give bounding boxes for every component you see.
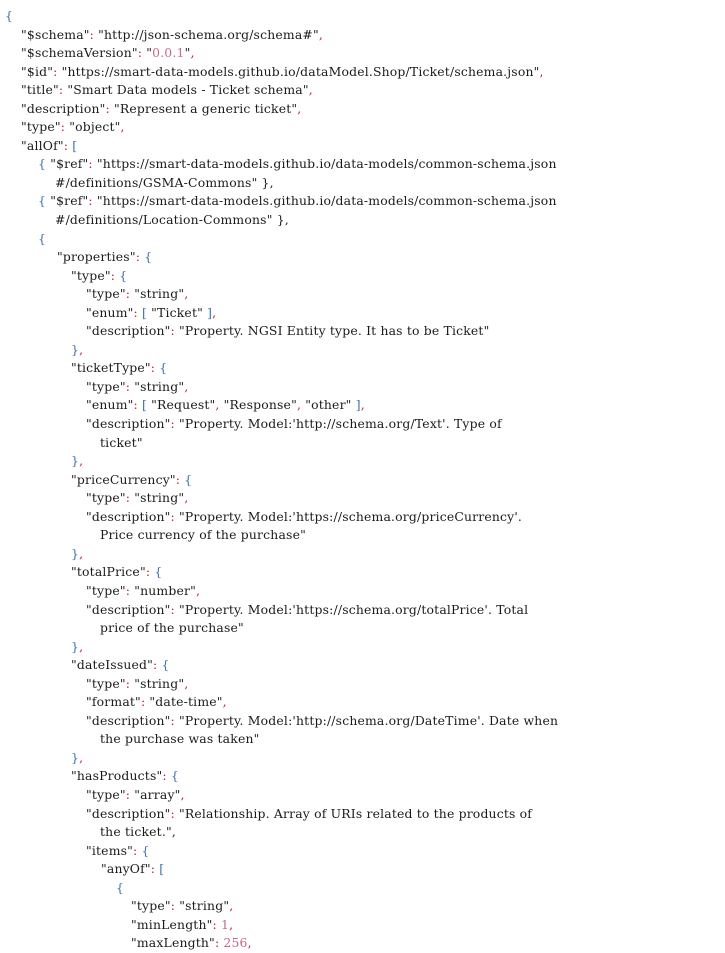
code-line: "format": "date-time", <box>86 694 227 710</box>
code-line: "items": { <box>86 842 150 858</box>
code-line: "description": "Relationship. Array of U… <box>86 805 533 821</box>
code-line: "type": "object", <box>21 119 125 135</box>
code-line: "type": "string", <box>86 675 189 691</box>
code-line: "description": "Property. Model:'https:/… <box>86 508 523 524</box>
code-line: #/definitions/Location-Commons" }, <box>55 212 289 228</box>
code-line: "description": "Property. Model:'http://… <box>86 712 559 728</box>
code-line: "maxLength": 256, <box>131 935 252 951</box>
code-line: }, <box>71 545 84 561</box>
code-line: }, <box>71 638 84 654</box>
code-line: "description": "Property. Model:'https:/… <box>86 601 529 617</box>
code-line: }, <box>71 341 84 357</box>
code-line: price of the purchase" <box>100 620 244 636</box>
code-line: "description": "Property. NGSI Entity ty… <box>86 323 490 339</box>
code-line: { <box>38 230 47 246</box>
code-line: "type": "array", <box>86 786 185 802</box>
code-line: "anyOf": [ <box>101 861 165 877</box>
code-line: "$id": "https://smart-data-models.github… <box>21 63 544 79</box>
code-line: Price currency of the purchase" <box>100 527 306 543</box>
code-line: "$schema": "http://json-schema.org/schem… <box>21 26 323 42</box>
code-line: { "$ref": "https://smart-data-models.git… <box>38 156 557 172</box>
code-line: "enum": [ "Ticket" ], <box>86 304 217 320</box>
code-line: { "$ref": "https://smart-data-models.git… <box>38 193 557 209</box>
code-line: "description": "Represent a generic tick… <box>21 100 302 116</box>
code-line: "allOf": [ <box>21 137 78 153</box>
code-line: "type": "string", <box>86 378 189 394</box>
code-line: "title": "Smart Data models - Ticket sch… <box>21 82 313 98</box>
code-line: #/definitions/GSMA-Commons" }, <box>55 174 274 190</box>
code-line: "dateIssued": { <box>71 657 170 673</box>
code-line: "totalPrice": { <box>71 564 163 580</box>
code-line: the ticket.", <box>100 824 176 840</box>
code-line: "type": "string", <box>131 898 234 914</box>
code-line: }, <box>71 453 84 469</box>
code-line: "type": "string", <box>86 286 189 302</box>
code-line: "ticketType": { <box>71 360 168 376</box>
code-line: ticket" <box>100 434 143 450</box>
code-line: "type": "string", <box>86 490 189 506</box>
code-line: "description": "Property. Model:'http://… <box>86 416 502 432</box>
code-line: "priceCurrency": { <box>71 471 193 487</box>
code-line: { <box>116 879 125 895</box>
code-line: { <box>5 8 14 23</box>
code-line: "$schemaVersion": "0.0.1", <box>21 45 195 61</box>
code-line: "type": "number", <box>86 582 201 598</box>
code-line: "enum": [ "Request", "Response", "other"… <box>86 397 365 413</box>
code-line: the purchase was taken" <box>100 731 260 747</box>
code-line: "minLength": 1, <box>131 916 234 932</box>
code-line: "properties": { <box>57 249 153 265</box>
code-line: "type": { <box>71 267 128 283</box>
code-line: }, <box>71 749 84 765</box>
code-listing: { "$schema": "http://json-schema.org/sche… <box>0 0 725 950</box>
code-line: "hasProducts": { <box>71 768 179 784</box>
